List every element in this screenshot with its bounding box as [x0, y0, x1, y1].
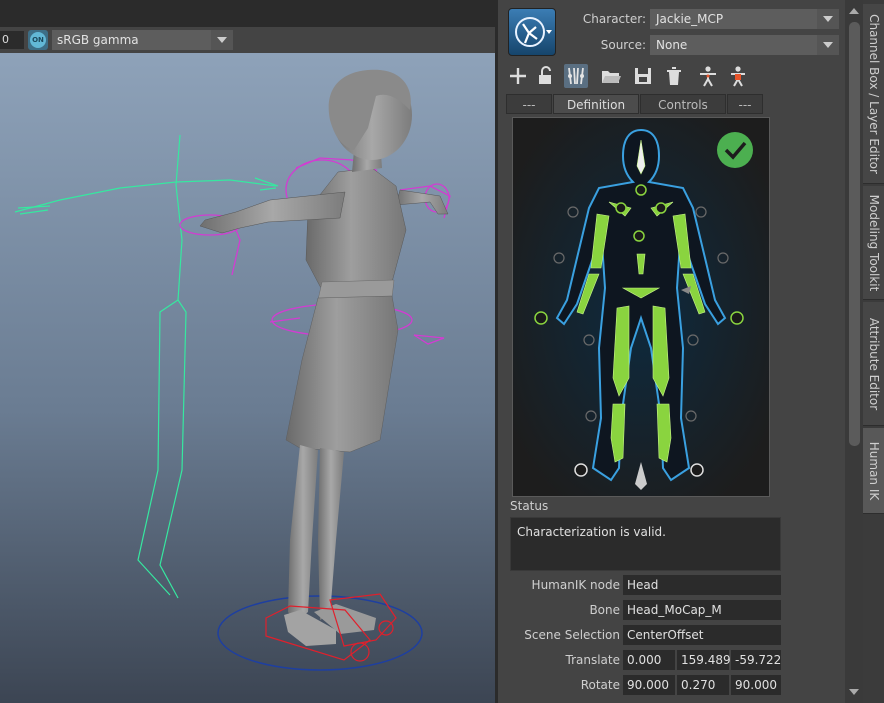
status-message: Characterization is valid.	[510, 517, 781, 571]
translate-z-field[interactable]: -59.722	[731, 650, 781, 670]
tab-human-ik[interactable]: Human IK	[863, 428, 884, 514]
tab-controls[interactable]: Controls	[640, 94, 726, 114]
character-icon[interactable]	[696, 64, 720, 88]
character-select[interactable]: Jackie_MCP	[650, 9, 839, 29]
character-definition-figure[interactable]	[512, 117, 770, 497]
tab-dashes-left[interactable]: ---	[506, 94, 552, 114]
tab-dashes-right[interactable]: ---	[727, 94, 763, 114]
character-label: Character:	[582, 12, 646, 26]
bone-label: Bone	[589, 603, 620, 617]
tab-attribute-editor-label: Attribute Editor	[866, 317, 881, 410]
chevron-down-icon[interactable]	[817, 9, 839, 29]
humanik-node-label: HumanIK node	[531, 578, 620, 592]
viewport-background	[0, 53, 496, 703]
translate-label: Translate	[565, 653, 621, 667]
bone-value[interactable]: Head_MoCap_M	[623, 600, 781, 620]
character-control-icon[interactable]	[726, 64, 750, 88]
side-tab-bar: Channel Box / Layer Editor Modeling Tool…	[863, 0, 884, 703]
viewport-toolbar: 0 ON sRGB gamma	[0, 27, 496, 53]
viewport[interactable]: 0 ON sRGB gamma	[0, 0, 496, 703]
translate-x-field[interactable]: 0.000	[623, 650, 675, 670]
tab-human-ik-label: Human IK	[866, 441, 881, 500]
scroll-up-icon[interactable]	[849, 8, 859, 14]
source-label: Source:	[600, 38, 646, 52]
character-value: Jackie_MCP	[656, 12, 724, 26]
scene-selection-value[interactable]: CenterOffset	[623, 625, 781, 645]
scroll-down-icon[interactable]	[849, 689, 859, 695]
rotate-x-field[interactable]: 90.000	[623, 675, 675, 695]
on-icon: ON	[30, 32, 46, 48]
tab-channel-box-label: Channel Box / Layer Editor	[866, 13, 881, 174]
exposure-field[interactable]: 0	[0, 31, 24, 49]
rotate-label: Rotate	[580, 678, 620, 692]
source-select[interactable]: None	[650, 35, 839, 55]
translate-y-field[interactable]: 159.489	[677, 650, 731, 670]
rotate-y-field[interactable]: 0.270	[677, 675, 729, 695]
tab-modeling-toolkit[interactable]: Modeling Toolkit	[863, 186, 884, 300]
tab-definition[interactable]: Definition	[553, 94, 639, 114]
human-ik-panel: Character: Jackie_MCP Source: None --- D…	[498, 0, 844, 703]
status-label: Status	[510, 499, 549, 513]
lock-icon[interactable]	[534, 64, 558, 88]
source-value: None	[656, 38, 688, 52]
tab-modeling-toolkit-label: Modeling Toolkit	[866, 194, 881, 291]
color-management-toggle[interactable]: ON	[28, 30, 48, 50]
open-folder-icon[interactable]	[599, 64, 623, 88]
3d-scene[interactable]	[0, 53, 496, 703]
scene-selection-label: Scene Selection	[524, 628, 620, 642]
hik-tabs: --- Definition Controls ---	[506, 94, 842, 114]
rotate-z-field[interactable]: 90.000	[731, 675, 781, 695]
tab-attribute-editor[interactable]: Attribute Editor	[863, 302, 884, 426]
scrollbar-thumb[interactable]	[849, 22, 860, 446]
color-space-value: sRGB gamma	[57, 33, 139, 47]
humanik-node-value[interactable]: Head	[623, 575, 781, 595]
valid-check-icon	[717, 132, 753, 168]
chevron-down-icon[interactable]	[817, 35, 839, 55]
tab-channel-box[interactable]: Channel Box / Layer Editor	[863, 4, 884, 184]
chevron-down-icon[interactable]	[211, 30, 233, 50]
add-icon[interactable]	[506, 64, 530, 88]
humanik-logo-icon[interactable]	[508, 8, 556, 56]
delete-icon[interactable]	[662, 64, 686, 88]
skeleton-icon[interactable]	[564, 64, 588, 88]
color-space-select[interactable]: sRGB gamma	[52, 30, 233, 50]
save-icon[interactable]	[631, 64, 655, 88]
